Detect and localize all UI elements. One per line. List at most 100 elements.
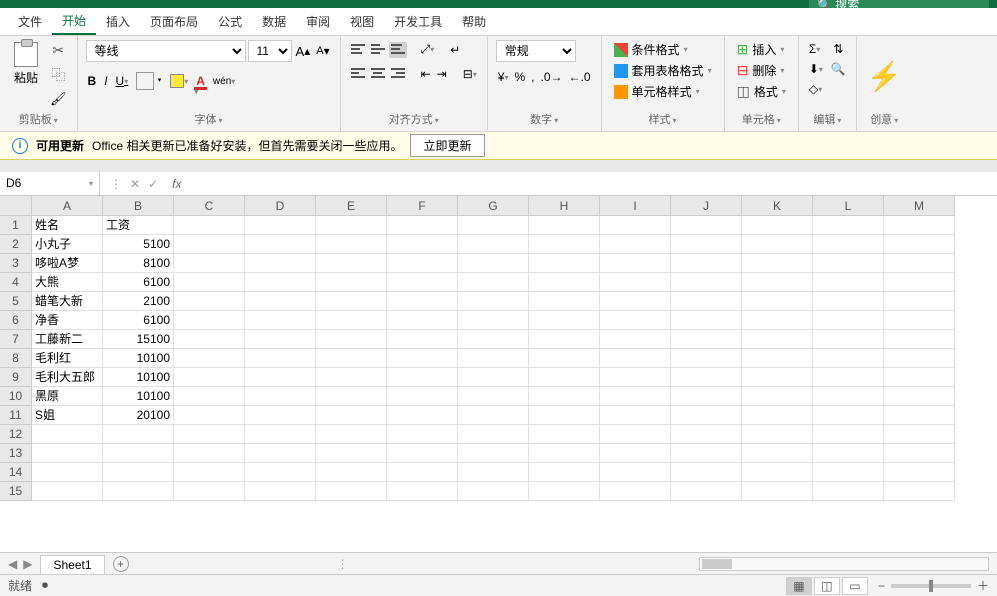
paste-button[interactable]: 粘贴 bbox=[8, 40, 44, 88]
cell-H5[interactable] bbox=[529, 292, 600, 311]
cell-M4[interactable] bbox=[884, 273, 955, 292]
format-cells-button[interactable]: 格式 bbox=[733, 82, 790, 101]
cell-H14[interactable] bbox=[529, 463, 600, 482]
cell-G9[interactable] bbox=[458, 368, 529, 387]
fill-color-button[interactable] bbox=[168, 72, 190, 90]
cell-D11[interactable] bbox=[245, 406, 316, 425]
tab-layout[interactable]: 页面布局 bbox=[140, 9, 208, 34]
cell-M11[interactable] bbox=[884, 406, 955, 425]
cell-J2[interactable] bbox=[671, 235, 742, 254]
cell-F7[interactable] bbox=[387, 330, 458, 349]
cell-M14[interactable] bbox=[884, 463, 955, 482]
align-bottom-button[interactable] bbox=[389, 42, 407, 58]
fx-label[interactable]: fx bbox=[168, 177, 185, 191]
cell-K8[interactable] bbox=[742, 349, 813, 368]
decrease-indent-button[interactable]: ⇤ bbox=[419, 65, 433, 83]
cell-B15[interactable] bbox=[103, 482, 174, 501]
cell-D15[interactable] bbox=[245, 482, 316, 501]
col-header-E[interactable]: E bbox=[316, 196, 387, 216]
cell-C5[interactable] bbox=[174, 292, 245, 311]
cell-H13[interactable] bbox=[529, 444, 600, 463]
enter-formula-button[interactable]: ✓ bbox=[148, 177, 158, 191]
col-header-I[interactable]: I bbox=[600, 196, 671, 216]
cell-A2[interactable]: 小丸子 bbox=[32, 235, 103, 254]
select-all-corner[interactable] bbox=[0, 196, 32, 216]
zoom-out-button[interactable]: − bbox=[878, 579, 885, 593]
cell-K11[interactable] bbox=[742, 406, 813, 425]
copy-button[interactable] bbox=[49, 63, 67, 87]
cell-M1[interactable] bbox=[884, 216, 955, 235]
cell-G14[interactable] bbox=[458, 463, 529, 482]
cell-A7[interactable]: 工藤新二 bbox=[32, 330, 103, 349]
cell-H9[interactable] bbox=[529, 368, 600, 387]
cell-A10[interactable]: 黑原 bbox=[32, 387, 103, 406]
cell-L15[interactable] bbox=[813, 482, 884, 501]
font-size-combo[interactable]: 11 bbox=[248, 40, 292, 62]
cell-L12[interactable] bbox=[813, 425, 884, 444]
row-header-7[interactable]: 7 bbox=[0, 330, 32, 349]
number-format-combo[interactable]: 常规 bbox=[496, 40, 576, 62]
col-header-D[interactable]: D bbox=[245, 196, 316, 216]
col-header-J[interactable]: J bbox=[671, 196, 742, 216]
row-header-4[interactable]: 4 bbox=[0, 273, 32, 292]
col-header-H[interactable]: H bbox=[529, 196, 600, 216]
cell-E10[interactable] bbox=[316, 387, 387, 406]
cell-K12[interactable] bbox=[742, 425, 813, 444]
cell-B13[interactable] bbox=[103, 444, 174, 463]
sheet-tab-1[interactable]: Sheet1 bbox=[40, 555, 104, 574]
cell-C9[interactable] bbox=[174, 368, 245, 387]
cell-D8[interactable] bbox=[245, 349, 316, 368]
increase-font-button[interactable]: A▴ bbox=[294, 42, 313, 61]
cell-A4[interactable]: 大熊 bbox=[32, 273, 103, 292]
cell-M13[interactable] bbox=[884, 444, 955, 463]
cell-K13[interactable] bbox=[742, 444, 813, 463]
cell-D13[interactable] bbox=[245, 444, 316, 463]
cell-C13[interactable] bbox=[174, 444, 245, 463]
cell-I15[interactable] bbox=[600, 482, 671, 501]
cell-M8[interactable] bbox=[884, 349, 955, 368]
cell-J3[interactable] bbox=[671, 254, 742, 273]
merge-button[interactable]: ⊟ bbox=[461, 65, 479, 83]
cell-L14[interactable] bbox=[813, 463, 884, 482]
worksheet-grid[interactable]: 123456789101112131415 ABCDEFGHIJKLM 姓名工资… bbox=[0, 196, 997, 552]
cell-E14[interactable] bbox=[316, 463, 387, 482]
cell-J12[interactable] bbox=[671, 425, 742, 444]
cell-L11[interactable] bbox=[813, 406, 884, 425]
cell-E12[interactable] bbox=[316, 425, 387, 444]
cell-H2[interactable] bbox=[529, 235, 600, 254]
cell-M5[interactable] bbox=[884, 292, 955, 311]
cell-J1[interactable] bbox=[671, 216, 742, 235]
cell-J4[interactable] bbox=[671, 273, 742, 292]
cell-B10[interactable]: 10100 bbox=[103, 387, 174, 406]
cell-J6[interactable] bbox=[671, 311, 742, 330]
tab-insert[interactable]: 插入 bbox=[96, 9, 140, 34]
cell-B1[interactable]: 工资 bbox=[103, 216, 174, 235]
decrease-font-button[interactable]: A▾ bbox=[314, 42, 331, 60]
decrease-decimal-button[interactable]: ←.0 bbox=[567, 68, 593, 86]
cell-I10[interactable] bbox=[600, 387, 671, 406]
align-top-button[interactable] bbox=[349, 42, 367, 58]
cell-L10[interactable] bbox=[813, 387, 884, 406]
col-header-K[interactable]: K bbox=[742, 196, 813, 216]
cell-J14[interactable] bbox=[671, 463, 742, 482]
cell-B7[interactable]: 15100 bbox=[103, 330, 174, 349]
cell-I8[interactable] bbox=[600, 349, 671, 368]
cell-E5[interactable] bbox=[316, 292, 387, 311]
row-header-2[interactable]: 2 bbox=[0, 235, 32, 254]
cell-L8[interactable] bbox=[813, 349, 884, 368]
row-header-8[interactable]: 8 bbox=[0, 349, 32, 368]
cell-F4[interactable] bbox=[387, 273, 458, 292]
cell-I14[interactable] bbox=[600, 463, 671, 482]
align-right-button[interactable] bbox=[389, 66, 407, 82]
cell-A15[interactable] bbox=[32, 482, 103, 501]
cell-L1[interactable] bbox=[813, 216, 884, 235]
cell-F11[interactable] bbox=[387, 406, 458, 425]
cell-I9[interactable] bbox=[600, 368, 671, 387]
cell-F3[interactable] bbox=[387, 254, 458, 273]
cell-K14[interactable] bbox=[742, 463, 813, 482]
cell-A1[interactable]: 姓名 bbox=[32, 216, 103, 235]
sort-filter-button[interactable]: ⇅ bbox=[831, 40, 845, 58]
cell-D12[interactable] bbox=[245, 425, 316, 444]
cell-F9[interactable] bbox=[387, 368, 458, 387]
increase-indent-button[interactable]: ⇥ bbox=[435, 65, 449, 83]
